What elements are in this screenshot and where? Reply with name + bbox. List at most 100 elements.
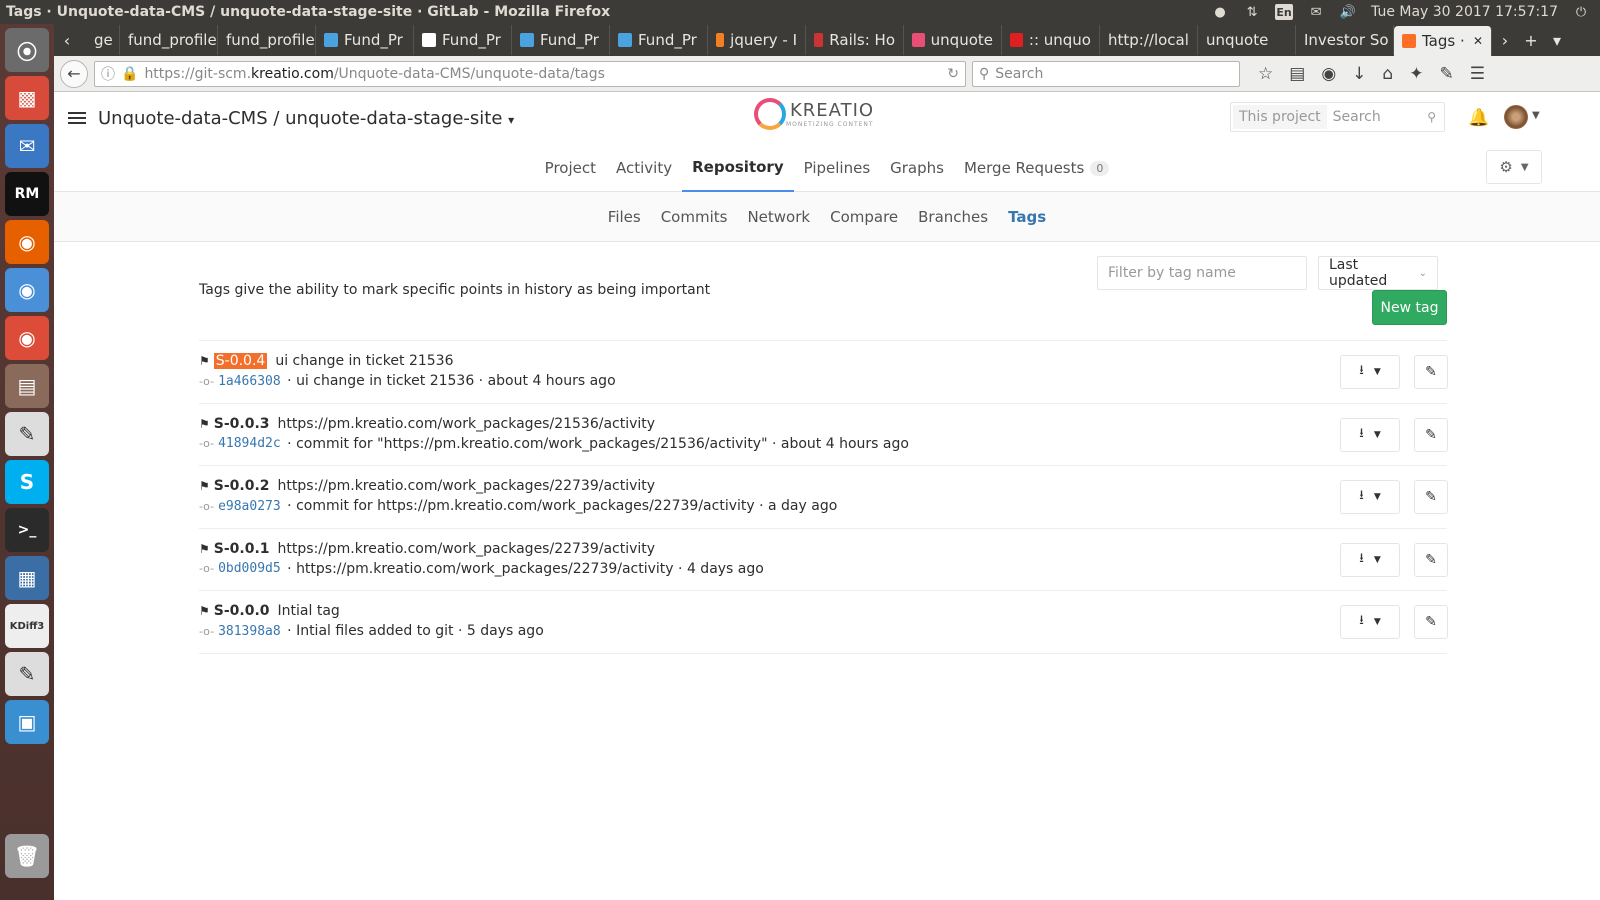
browser-tab[interactable]: unquote <box>904 25 1002 55</box>
close-tab-icon[interactable]: ✕ <box>1473 34 1483 48</box>
browser-tab[interactable]: fund_profile <box>218 25 316 55</box>
browser-tab[interactable]: Fund_Pr <box>610 25 708 55</box>
extension-icon-2[interactable]: ✎ <box>1439 64 1453 84</box>
tab-graphs[interactable]: Graphs <box>880 144 954 192</box>
commit-sha-link[interactable]: 0bd009d5 <box>218 561 281 576</box>
new-tag-button[interactable]: New tag <box>1372 290 1447 325</box>
home-icon[interactable]: ⌂ <box>1382 64 1393 84</box>
notifications-bell-icon[interactable]: 🔔 <box>1468 108 1489 128</box>
commit-sha-link[interactable]: 381398a8 <box>218 624 281 639</box>
firefox-icon[interactable]: ◉ <box>5 220 49 264</box>
edit-release-button[interactable]: ✎ <box>1414 417 1448 452</box>
chromium-icon[interactable]: ◉ <box>5 268 49 312</box>
browser-tab[interactable]: Fund_Pr <box>512 25 610 55</box>
tab-list-icon[interactable]: ▾ <box>1544 31 1570 50</box>
new-tab-icon[interactable]: + <box>1518 31 1544 50</box>
sidebar-toggle-icon[interactable] <box>68 109 86 127</box>
dash-home-icon[interactable]: ⦿ <box>5 28 49 72</box>
project-title[interactable]: Unquote-data-CMS / unquote-data-stage-si… <box>98 108 514 129</box>
project-settings-button[interactable]: ⚙ ▼ <box>1486 150 1542 184</box>
tag-name-link[interactable]: S-0.0.0 <box>214 603 270 619</box>
files-icon[interactable]: ▤ <box>5 364 49 408</box>
skype-icon[interactable]: S <box>5 460 49 504</box>
trash-icon[interactable]: 🗑 <box>5 834 49 878</box>
subtab-network[interactable]: Network <box>737 192 820 241</box>
clock[interactable]: Tue May 30 2017 17:57:17 <box>1371 4 1558 20</box>
chevron-down-icon[interactable]: ▼ <box>1532 110 1540 121</box>
text-editor-icon[interactable]: ✎ <box>5 412 49 456</box>
bookmark-star-icon[interactable]: ☆ <box>1258 64 1273 84</box>
downloads-icon[interactable]: ↓ <box>1352 64 1366 84</box>
scroll-tabs-left-icon[interactable]: ‹ <box>54 31 80 50</box>
chat-indicator-icon[interactable]: ● <box>1211 4 1229 20</box>
edit-release-button[interactable]: ✎ <box>1414 355 1448 389</box>
back-button[interactable]: ← <box>60 59 88 88</box>
extension-icon[interactable]: ✦ <box>1409 64 1423 84</box>
scroll-tabs-right-icon[interactable]: › <box>1492 31 1518 50</box>
browser-tab[interactable]: Rails: Ho <box>806 25 904 55</box>
tab-project[interactable]: Project <box>535 144 606 192</box>
browser-tab[interactable]: fund_profile <box>120 25 218 55</box>
browser-tab[interactable]: http://local <box>1100 25 1198 55</box>
subtab-files[interactable]: Files <box>598 192 651 241</box>
browser-tab[interactable]: Fund_Pr <box>316 25 414 55</box>
avatar[interactable] <box>1504 105 1528 129</box>
commit-sha-link[interactable]: 41894d2c <box>218 436 281 451</box>
browser-tab[interactable]: Fund_Pr <box>414 25 512 55</box>
keyboard-layout-indicator[interactable]: En <box>1275 4 1294 20</box>
subtab-compare[interactable]: Compare <box>820 192 908 241</box>
subtab-commits[interactable]: Commits <box>651 192 738 241</box>
download-dropdown-button[interactable]: ⭳ ▼ <box>1340 480 1400 514</box>
tag-name-link[interactable]: S-0.0.1 <box>214 541 270 557</box>
download-dropdown-button[interactable]: ⭳ ▼ <box>1340 605 1400 639</box>
tag-name-link[interactable]: S-0.0.4 <box>213 353 268 369</box>
mail-icon[interactable]: ✉ <box>1307 4 1325 20</box>
filter-tags-input[interactable]: Filter by tag name <box>1097 256 1307 290</box>
url-bar[interactable]: ⓘ 🔒 https://git-scm. kreatio.com/Unquote-… <box>94 60 966 87</box>
browser-search-input[interactable]: ⚲ Search <box>972 60 1240 87</box>
chat-app-icon[interactable]: ▩ <box>5 76 49 120</box>
thunderbird-icon[interactable]: ✉ <box>5 124 49 168</box>
edit-release-button[interactable]: ✎ <box>1414 605 1448 639</box>
reading-list-icon[interactable]: ▤ <box>1289 64 1305 84</box>
tab-activity[interactable]: Activity <box>606 144 682 192</box>
subtab-branches[interactable]: Branches <box>908 192 998 241</box>
browser-tab[interactable]: unquote <box>1198 25 1296 55</box>
browser-tab[interactable]: jquery - I <box>708 25 806 55</box>
browser-tab[interactable]: :: unquo <box>1002 25 1100 55</box>
download-dropdown-button[interactable]: ⭳ ▼ <box>1340 542 1400 577</box>
header-search-input[interactable]: This project Search ⚲ <box>1230 102 1445 132</box>
kreatio-logo[interactable]: KREATIO MONETIZING CONTENT <box>754 98 874 130</box>
download-dropdown-button[interactable]: ⭳ ▼ <box>1340 355 1400 389</box>
commit-sha-link[interactable]: e98a0273 <box>218 499 281 514</box>
edit-release-button[interactable]: ✎ <box>1414 480 1448 514</box>
power-icon[interactable]: ⏻ <box>1572 4 1590 20</box>
reload-icon[interactable]: ↻ <box>947 66 959 82</box>
rubymine-icon[interactable]: RM <box>5 172 49 216</box>
document-viewer-icon[interactable]: ▣ <box>5 700 49 744</box>
tab-repository[interactable]: Repository <box>682 144 794 192</box>
tab-pipelines[interactable]: Pipelines <box>794 144 881 192</box>
tab-merge-requests[interactable]: Merge Requests 0 <box>954 144 1119 192</box>
commit-sha-link[interactable]: 1a466308 <box>218 374 281 389</box>
sort-dropdown[interactable]: Last updated ⌄ <box>1318 256 1438 290</box>
browser-tab[interactable]: Tags · ✕ <box>1394 26 1492 56</box>
virtualbox-icon[interactable]: ▦ <box>5 556 49 600</box>
chrome-icon[interactable]: ◉ <box>5 316 49 360</box>
gedit-icon[interactable]: ✎ <box>5 652 49 696</box>
volume-icon[interactable]: 🔊 <box>1339 4 1357 20</box>
lock-icon[interactable]: 🔒 <box>121 66 138 82</box>
menu-icon[interactable]: ☰ <box>1470 64 1485 84</box>
download-dropdown-button[interactable]: ⭳ ▼ <box>1340 417 1400 452</box>
info-icon[interactable]: ⓘ <box>101 64 115 84</box>
pocket-icon[interactable]: ◉ <box>1321 64 1336 84</box>
kdiff3-icon[interactable]: KDiff3 <box>5 604 49 648</box>
terminal-icon[interactable]: >_ <box>5 508 49 552</box>
subtab-tags[interactable]: Tags <box>998 192 1056 241</box>
browser-tab[interactable]: Investor So <box>1296 25 1394 55</box>
tag-name-link[interactable]: S-0.0.3 <box>214 416 270 432</box>
edit-release-button[interactable]: ✎ <box>1414 542 1448 577</box>
browser-tab[interactable]: ge <box>80 25 120 55</box>
network-icon[interactable]: ⇅ <box>1243 4 1261 20</box>
tag-name-link[interactable]: S-0.0.2 <box>214 478 270 494</box>
